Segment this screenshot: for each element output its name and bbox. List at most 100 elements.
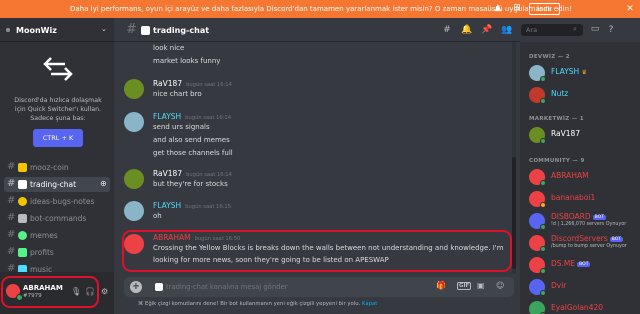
search-icon: ⌕ bbox=[573, 25, 577, 33]
avatar bbox=[529, 257, 546, 274]
gif-button[interactable]: GIF bbox=[457, 282, 472, 290]
sticker-icon[interactable]: ▣ bbox=[477, 281, 485, 290]
tip-text: Eğik çizgi komutlarını dene! Bir bot kul… bbox=[144, 301, 361, 307]
author-name[interactable]: RaV187 bbox=[153, 169, 182, 178]
avatar bbox=[529, 169, 546, 186]
timestamp: bugün saat 16:14 bbox=[186, 172, 232, 178]
mute-icon[interactable]: 🎙 bbox=[71, 287, 81, 296]
gear-icon[interactable]: ⚙ bbox=[101, 287, 108, 296]
username: ABRAHAM bbox=[23, 284, 63, 292]
message-scrollbar[interactable] bbox=[512, 42, 516, 274]
inbox-icon[interactable]: ▭ bbox=[589, 23, 601, 35]
quick-switcher-text: Discord'da hızlıca dolaşmak için Quick S… bbox=[14, 97, 102, 122]
avatar[interactable] bbox=[124, 79, 144, 99]
channel-trading-chat[interactable]: # trading-chat ⊕ bbox=[4, 177, 110, 192]
quick-switcher-button[interactable]: CTRL + K bbox=[33, 129, 83, 147]
chevron-down-icon[interactable]: ⌄ bbox=[101, 25, 107, 33]
tip-close-link[interactable]: Kapat bbox=[362, 301, 377, 307]
chat-header: # trading-chat # 🔔 📌 👥 Ara ⌕ ▭ ? bbox=[114, 18, 613, 42]
message-input[interactable]: + trading-chat kanalına mesaj gönder 🎁 G… bbox=[124, 277, 514, 297]
channel-profits[interactable]: # profits bbox=[4, 245, 110, 260]
message-author[interactable]: FLAYSH bugün saat 16:14 bbox=[153, 112, 231, 121]
lightbulb-emoji-icon bbox=[18, 197, 27, 206]
author-name[interactable]: RaV187 bbox=[153, 79, 182, 88]
avatar[interactable] bbox=[124, 112, 144, 132]
avatar[interactable] bbox=[124, 169, 144, 189]
hash-icon: # bbox=[7, 161, 16, 172]
channel-mooz-coin[interactable]: # mooz-coin bbox=[4, 160, 110, 175]
attach-plus-icon[interactable]: + bbox=[130, 281, 142, 293]
apple-icon[interactable] bbox=[474, 3, 484, 14]
message-placeholder: trading-chat kanalına mesaj gönder bbox=[166, 283, 288, 291]
bot-badge: BOT bbox=[592, 215, 606, 220]
android-icon[interactable]: ▲ bbox=[493, 3, 503, 14]
author-name[interactable]: ABRAHAM bbox=[153, 233, 191, 242]
server-header[interactable]: MoonWiz ⌄ bbox=[0, 18, 114, 42]
gift-icon[interactable]: 🎁 bbox=[436, 281, 446, 290]
role-header: DEVWİZ — 2 bbox=[529, 54, 570, 60]
member-item[interactable]: FLAYSH ♛ bbox=[529, 62, 640, 84]
help-icon[interactable]: ? bbox=[605, 24, 617, 36]
member-name: Dvir bbox=[551, 281, 567, 290]
member-status: !d | 1,266,070 servers Oynuyor bbox=[551, 222, 627, 227]
hash-icon: # bbox=[7, 229, 16, 240]
channel-memes[interactable]: # memes bbox=[4, 228, 110, 243]
avatar[interactable] bbox=[124, 201, 144, 221]
member-item[interactable]: RaV187 bbox=[529, 124, 640, 146]
search-input[interactable]: Ara ⌕ bbox=[521, 24, 583, 36]
member-item[interactable]: DISBOARD BOT !d | 1,266,070 servers Oynuy… bbox=[529, 210, 640, 232]
member-item[interactable]: DS.ME BOT bbox=[529, 254, 640, 276]
avatar bbox=[529, 301, 546, 314]
avatar bbox=[529, 213, 546, 230]
message-author[interactable]: RaV187 bugün saat 16:14 bbox=[153, 169, 232, 178]
author-name[interactable]: FLAYSH bbox=[153, 112, 181, 121]
avatar bbox=[529, 235, 546, 252]
member-name: DISBOARD BOT bbox=[551, 212, 606, 221]
member-status: /bump to bump server Oynuyor bbox=[551, 244, 627, 249]
bot-badge: BOT bbox=[609, 237, 624, 242]
channel-bot-commands[interactable]: # bot-commands bbox=[4, 211, 110, 226]
download-button[interactable]: İndir bbox=[529, 3, 560, 15]
timestamp: bugün saat 16:14 bbox=[186, 82, 232, 88]
message-author[interactable]: FLAYSH bugün saat 16:15 bbox=[153, 201, 231, 210]
channel-ideas-bugs-notes[interactable]: # ideas-bugs-notes bbox=[4, 194, 110, 209]
message-text: send urs signals bbox=[153, 123, 210, 131]
message-author[interactable]: RaV187 bugün saat 16:14 bbox=[153, 79, 232, 88]
member-name: RaV187 bbox=[551, 129, 581, 138]
threads-icon[interactable]: # bbox=[441, 24, 453, 36]
member-item[interactable]: DiscordServers BOT /bump to bump server O… bbox=[529, 232, 640, 254]
pin-icon[interactable]: 📌 bbox=[481, 24, 493, 36]
member-item[interactable]: EyalGolan420 bbox=[529, 298, 640, 314]
platform-icons: ▲ ⊞ bbox=[474, 3, 522, 14]
slash-command-tip: ⌘ Eğik çizgi komutlarını dene! Bir bot k… bbox=[138, 301, 377, 307]
windows-icon[interactable]: ⊞ bbox=[512, 3, 522, 14]
emoji-picker-icon[interactable]: ☺ bbox=[496, 281, 504, 290]
bell-icon[interactable]: 🔔 bbox=[461, 24, 473, 36]
member-name: FLAYSH ♛ bbox=[551, 67, 587, 76]
member-item[interactable]: Nutz bbox=[529, 84, 640, 106]
frog-emoji-icon bbox=[18, 231, 27, 240]
headphones-icon[interactable]: 🎧 bbox=[85, 287, 95, 296]
banner-close-icon[interactable]: ✕ bbox=[624, 3, 636, 15]
message-author[interactable]: ABRAHAM bugün saat 16:50 bbox=[153, 233, 240, 242]
message-text: looking for more news, soon they're goin… bbox=[153, 256, 389, 264]
member-name: DS.ME BOT bbox=[551, 259, 591, 268]
chart-emoji-icon bbox=[18, 180, 27, 189]
member-name: DiscordServers BOT bbox=[551, 234, 624, 243]
channel-name: bot-commands bbox=[30, 214, 87, 223]
members-icon[interactable]: 👥 bbox=[501, 24, 513, 36]
member-item[interactable]: bananaboi1 bbox=[529, 188, 640, 210]
member-item[interactable]: Dvir bbox=[529, 276, 640, 298]
scrollbar-thumb[interactable] bbox=[512, 157, 516, 269]
member-name: bananaboi1 bbox=[551, 193, 596, 202]
avatar[interactable] bbox=[124, 234, 144, 254]
member-item[interactable]: ABRAHAM bbox=[529, 166, 640, 188]
avatar[interactable] bbox=[6, 284, 23, 301]
user-tag: #7979 bbox=[23, 293, 42, 299]
avatar bbox=[529, 127, 546, 144]
add-member-icon[interactable]: ⊕ bbox=[100, 179, 107, 188]
message-text: and also send memes bbox=[153, 136, 230, 144]
author-name[interactable]: FLAYSH bbox=[153, 201, 181, 210]
channel-name: ideas-bugs-notes bbox=[30, 197, 95, 206]
hash-icon: # bbox=[7, 212, 16, 223]
